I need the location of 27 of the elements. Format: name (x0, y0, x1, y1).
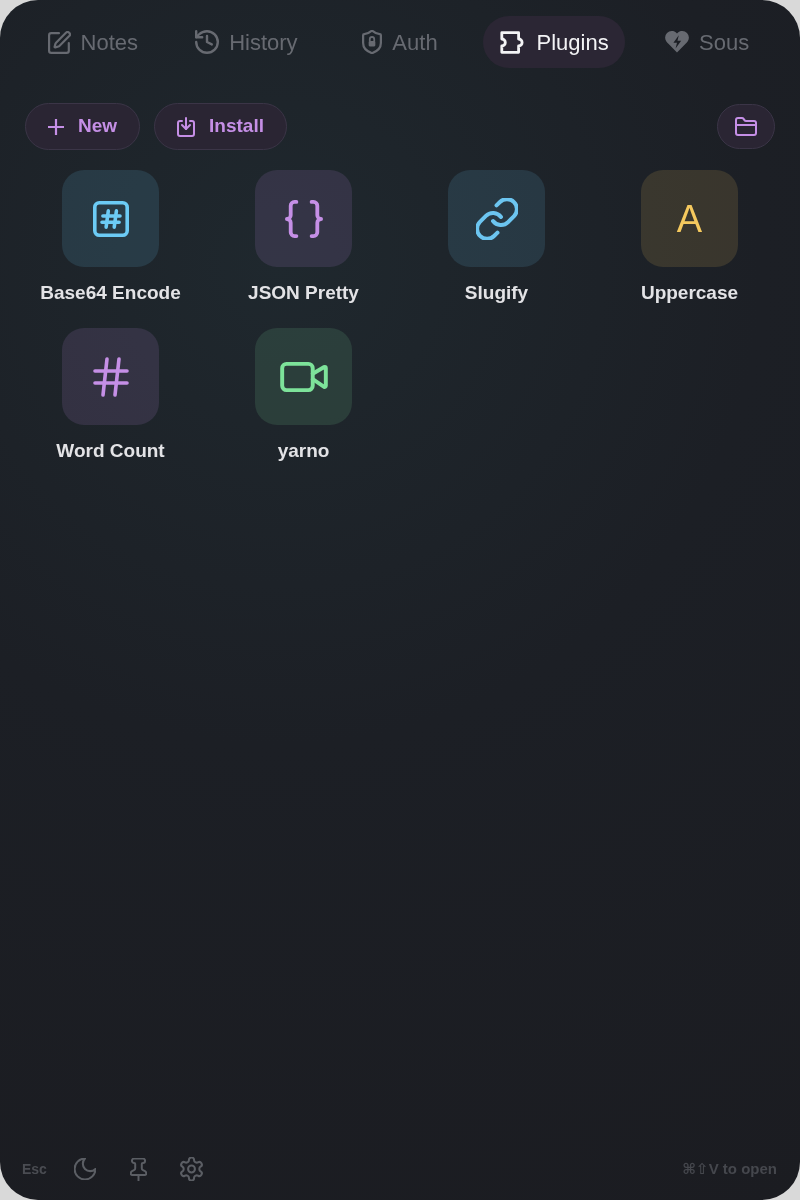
shield-lock-icon (362, 30, 383, 54)
plugin-tile[interactable] (255, 170, 352, 267)
plugin-name: Base64 Encode (40, 281, 181, 305)
plugin-tile[interactable]: A (641, 170, 738, 267)
folder-button[interactable] (717, 104, 775, 149)
square-pen-icon (47, 30, 71, 54)
toolbar-button[interactable]: Install (154, 103, 287, 150)
plugin-name: Uppercase (640, 281, 739, 305)
settings-icon[interactable] (179, 1157, 203, 1181)
plugin-name: Word Count (56, 439, 165, 463)
download-tray-icon (177, 116, 196, 137)
plugin-name: Slugify (464, 281, 529, 305)
plus-icon (48, 118, 64, 135)
tab[interactable]: Plugins (482, 16, 625, 68)
plugin-tile[interactable] (448, 170, 545, 267)
heart-bolt-icon (665, 31, 690, 53)
plugin-tile[interactable] (255, 328, 352, 425)
plugin-name: yarno (277, 439, 330, 463)
folder-icon (735, 117, 757, 136)
toolbar-button[interactable]: New (25, 103, 141, 150)
history-icon (195, 30, 220, 54)
plugin-tile[interactable] (62, 170, 159, 267)
plugin-name: JSON Pretty (248, 281, 359, 305)
plugin-tile[interactable] (62, 328, 159, 425)
tab[interactable]: Sous (649, 16, 766, 68)
moon-icon[interactable] (73, 1158, 96, 1180)
pin-icon[interactable] (129, 1157, 147, 1181)
